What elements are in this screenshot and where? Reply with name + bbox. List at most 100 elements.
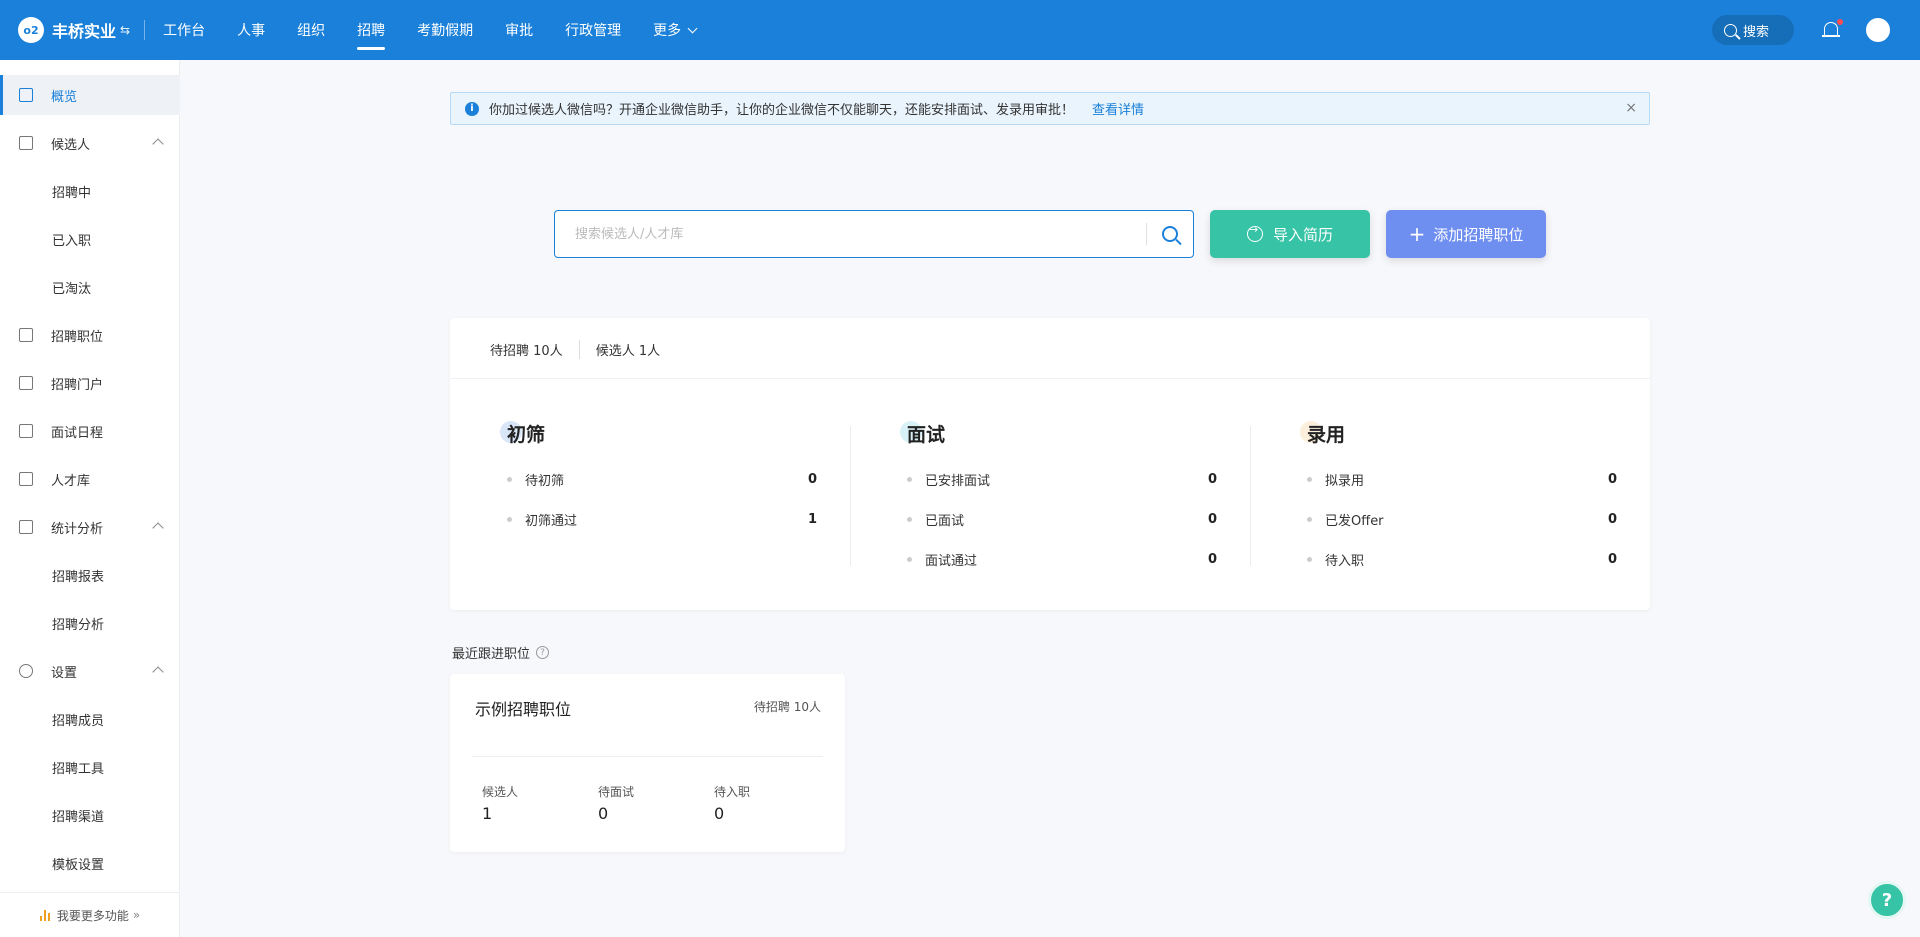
nav-recruit[interactable]: 招聘: [357, 0, 386, 60]
sidebar-item-label: 面试日程: [51, 425, 104, 441]
double-chevron-right-icon: »: [132, 908, 141, 922]
sidebar-item-recruiting[interactable]: 招聘中: [0, 171, 180, 211]
sidebar-item-templates[interactable]: 模板设置: [0, 843, 180, 883]
more-features-link[interactable]: 我要更多功能 »: [0, 892, 180, 937]
chevron-down-icon: [687, 23, 698, 33]
notice-details-link[interactable]: 查看详情: [1092, 99, 1144, 118]
nav-admin[interactable]: 行政管理: [565, 0, 621, 60]
layout-icon: [19, 376, 33, 390]
add-position-button[interactable]: + 添加招聘职位: [1386, 210, 1546, 258]
position-card[interactable]: 示例招聘职位 待招聘 10人 候选人 1 待面试 0 待入职 0: [450, 674, 845, 852]
calendar-icon: [19, 424, 33, 438]
more-features-label: 我要更多功能: [56, 908, 129, 923]
sidebar-item-label: 候选人: [51, 137, 91, 153]
sidebar-item-settings[interactable]: 设置: [0, 651, 180, 691]
import-resume-label: 导入简历: [1272, 225, 1333, 244]
people-icon: [19, 136, 33, 150]
nav-attendance[interactable]: 考勤假期: [417, 0, 473, 60]
stat-row[interactable]: 拟录用 0: [1300, 459, 1660, 499]
hire-column: 录用 拟录用 0 已发Offer 0 待入职 0: [1300, 420, 1660, 579]
info-icon: i: [465, 101, 479, 116]
position-to-onboard: 待入职 0: [714, 785, 751, 823]
position-to-interview: 待面试 0: [598, 785, 635, 823]
position-pending: 待招聘 10人: [753, 700, 821, 714]
nav-workbench[interactable]: 工作台: [163, 0, 205, 60]
global-search-button[interactable]: 搜索: [1712, 15, 1794, 45]
interview-title: 面试: [900, 420, 1260, 447]
sidebar-item-report[interactable]: 招聘报表: [0, 555, 180, 595]
nav-more[interactable]: 更多: [653, 0, 698, 60]
avatar[interactable]: [1866, 18, 1890, 42]
sidebar-item-onboarded[interactable]: 已入职: [0, 219, 180, 259]
bar-chart-icon: [19, 520, 33, 534]
sidebar-item-eliminated[interactable]: 已淘汰: [0, 267, 180, 307]
divider: [450, 378, 1650, 379]
sidebar-item-channels[interactable]: 招聘渠道: [0, 795, 180, 835]
sidebar-item-members[interactable]: 招聘成员: [0, 699, 180, 739]
search-input[interactable]: [555, 211, 1146, 257]
brand[interactable]: o2 丰桥实业 ⇆: [0, 0, 130, 60]
divider: [850, 426, 851, 566]
sidebar-item-analysis[interactable]: 招聘分析: [0, 603, 180, 643]
sidebar-item-label: 招聘门户: [51, 377, 104, 393]
chevron-up-icon: [152, 522, 164, 534]
stats-tabs: 待招聘 10人 候选人 1人: [490, 340, 676, 359]
search-icon: [1724, 23, 1737, 37]
recruit-stats-card: 待招聘 10人 候选人 1人 初筛 待初筛 0 初筛通过 1 面试 已安排面试 0 已…: [450, 318, 1650, 610]
home-icon: [19, 472, 33, 486]
sidebar-item-candidates[interactable]: 候选人: [0, 123, 180, 163]
close-icon[interactable]: ×: [1625, 100, 1637, 116]
stat-row[interactable]: 已面试 0: [900, 499, 1260, 539]
tab-candidates[interactable]: 候选人 1人: [578, 340, 676, 359]
sidebar-item-label: 招聘职位: [51, 329, 104, 345]
sidebar-item-schedule[interactable]: 面试日程: [0, 411, 180, 451]
sidebar-item-label: 统计分析: [51, 521, 104, 537]
sidebar-item-label: 概览: [51, 89, 78, 105]
search-icon[interactable]: [1147, 211, 1193, 257]
help-icon[interactable]: ?: [536, 646, 550, 659]
nav-org[interactable]: 组织: [297, 0, 325, 60]
position-candidates: 候选人 1: [482, 785, 519, 823]
notice-banner: i 你加过候选人微信吗？开通企业微信助手，让你的企业微信不仅能聊天，还能安排面试…: [450, 92, 1650, 125]
stat-row[interactable]: 初筛通过 1: [500, 499, 860, 539]
company-name: 丰桥实业: [52, 22, 117, 41]
screening-column: 初筛 待初筛 0 初筛通过 1: [500, 420, 860, 539]
sidebar-item-overview[interactable]: 概览: [0, 75, 180, 115]
top-right: 搜索: [1712, 15, 1920, 45]
sidebar-item-talent[interactable]: 人才库: [0, 459, 180, 499]
import-resume-button[interactable]: 导入简历: [1210, 210, 1370, 258]
stat-row[interactable]: 待初筛 0: [500, 459, 860, 499]
main-nav: 工作台 人事 组织 招聘 考勤假期 审批 行政管理 更多: [163, 0, 728, 60]
add-position-label: 添加招聘职位: [1433, 225, 1524, 244]
sidebar-item-portal[interactable]: 招聘门户: [0, 363, 180, 403]
recent-positions-title: 最近跟进职位 ?: [452, 643, 550, 662]
position-name: 示例招聘职位: [475, 700, 572, 719]
sidebar-item-tools[interactable]: 招聘工具: [0, 747, 180, 787]
divider: [144, 20, 146, 40]
switch-icon[interactable]: ⇆: [120, 23, 130, 37]
bell-icon[interactable]: [1820, 18, 1844, 41]
nav-more-label: 更多: [653, 23, 682, 39]
monitor-icon: [19, 88, 33, 102]
nav-approval[interactable]: 审批: [505, 0, 533, 60]
sidebar-item-label: 设置: [51, 665, 78, 681]
notification-dot: [1836, 18, 1844, 26]
stat-row[interactable]: 面试通过 0: [900, 539, 1260, 579]
hire-title: 录用: [1300, 420, 1660, 447]
sidebar-item-analytics[interactable]: 统计分析: [0, 507, 180, 547]
stat-row[interactable]: 已发Offer 0: [1300, 499, 1660, 539]
stat-row[interactable]: 待入职 0: [1300, 539, 1660, 579]
briefcase-icon: [19, 328, 33, 342]
sidebar-item-label: 人才库: [51, 473, 91, 489]
import-icon: [1246, 223, 1263, 242]
nav-hr[interactable]: 人事: [237, 0, 265, 60]
sidebar: 概览 候选人 招聘中 已入职 已淘汰 招聘职位 招聘门户 面试日程 人才库 统计…: [0, 60, 180, 937]
gear-icon: [19, 664, 33, 678]
chevron-up-icon: [152, 138, 164, 150]
candidate-search: [554, 210, 1194, 258]
tab-pending-hires[interactable]: 待招聘 10人: [490, 340, 579, 359]
help-float-button[interactable]: ?: [1868, 881, 1906, 919]
plus-icon: +: [1408, 222, 1426, 246]
stat-row[interactable]: 已安排面试 0: [900, 459, 1260, 499]
sidebar-item-positions[interactable]: 招聘职位: [0, 315, 180, 355]
